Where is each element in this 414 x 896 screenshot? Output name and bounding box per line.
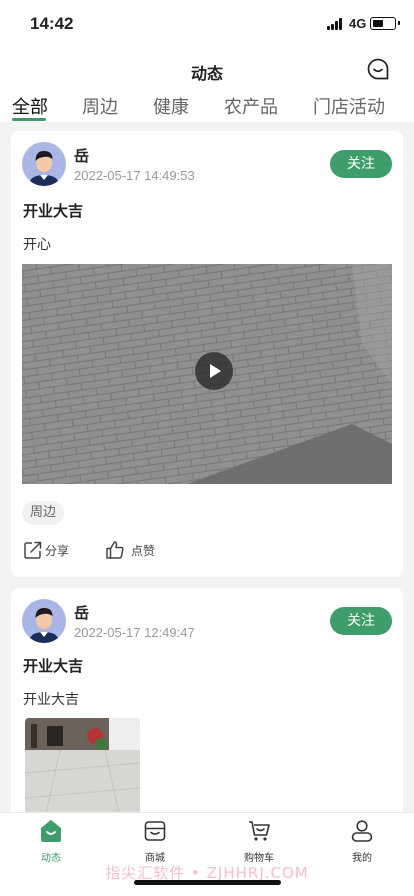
feed-icon [39, 819, 63, 843]
thumbs-up-icon [106, 541, 124, 559]
like-label: 点赞 [131, 544, 156, 558]
tab-nearby[interactable]: 周边 [82, 93, 118, 119]
tab-all[interactable]: 全部 [12, 93, 48, 119]
tab-health[interactable]: 健康 [153, 93, 189, 119]
profile-icon [350, 819, 374, 843]
post-card: 岳 2022-05-17 14:49:53 关注 开业大吉 开心 周边 分享 点… [11, 131, 403, 577]
like-button[interactable]: 点赞 [105, 539, 165, 563]
topic-tag[interactable]: 周边 [22, 501, 65, 525]
tab-underline [12, 118, 46, 121]
status-time: 14:42 [30, 14, 74, 33]
username[interactable]: 岳 [74, 602, 89, 623]
nav-cart[interactable]: 购物车 [229, 819, 289, 864]
share-label: 分享 [45, 544, 70, 558]
post-title: 开业大吉 [23, 657, 84, 675]
avatar[interactable] [22, 599, 66, 643]
username[interactable]: 岳 [74, 145, 89, 166]
post-time: 2022-05-17 14:49:53 [74, 168, 195, 183]
cart-icon [247, 819, 271, 843]
store-icon [143, 819, 167, 843]
follow-button[interactable]: 关注 [330, 150, 392, 178]
chat-bubble-icon[interactable] [366, 57, 390, 81]
post-card: 岳 2022-05-17 12:49:47 关注 开业大吉 开业大吉 [11, 588, 403, 828]
nav-profile[interactable]: 我的 [332, 819, 392, 864]
home-indicator[interactable] [134, 880, 281, 885]
video-player[interactable] [22, 264, 392, 484]
share-icon [24, 541, 42, 559]
nav-bar: 动态 [0, 50, 414, 90]
battery-icon [370, 17, 400, 30]
tab-store-events[interactable]: 门店活动 [313, 93, 385, 119]
post-image[interactable] [25, 718, 140, 818]
tab-farm-products[interactable]: 农产品 [224, 93, 278, 119]
status-bar: 14:42 4G [0, 0, 414, 50]
nav-store[interactable]: 商城 [125, 819, 185, 864]
post-body: 开心 [23, 237, 51, 253]
signal-icon [327, 18, 345, 30]
share-button[interactable]: 分享 [23, 539, 83, 563]
post-title: 开业大吉 [23, 202, 84, 220]
page-title: 动态 [190, 64, 223, 83]
post-body: 开业大吉 [23, 692, 79, 708]
follow-button[interactable]: 关注 [330, 607, 392, 635]
play-icon[interactable] [195, 352, 233, 390]
network-type: 4G [349, 16, 367, 31]
nav-feed[interactable]: 动态 [21, 819, 81, 864]
avatar[interactable] [22, 142, 66, 186]
category-tabs: 全部 周边 健康 农产品 门店活动 [0, 90, 414, 122]
post-time: 2022-05-17 12:49:47 [74, 625, 195, 640]
